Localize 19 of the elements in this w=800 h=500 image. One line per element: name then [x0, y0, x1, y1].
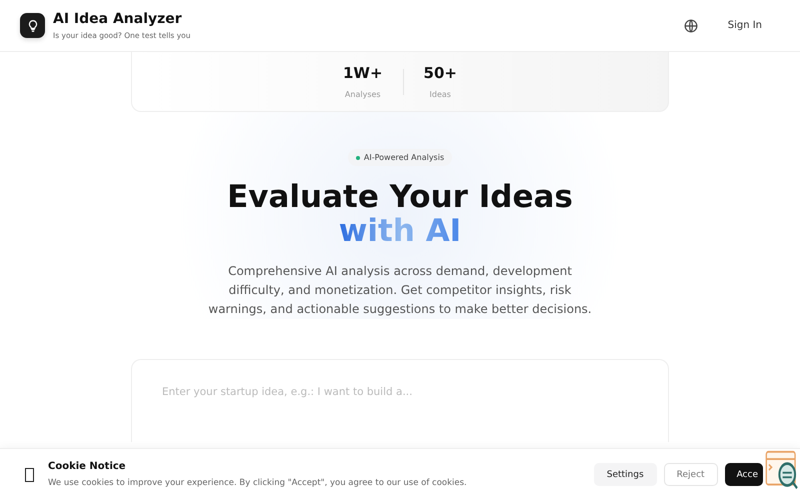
app-title: AI Idea Analyzer [53, 11, 183, 27]
cookie-title: Cookie Notice [48, 461, 127, 472]
stat-label: Analyses [344, 90, 381, 99]
stat-value: 50+ [424, 64, 457, 82]
cookie-text: We use cookies to improve your experience. By clicking "Accept", you agree to our use of cookies. [48, 478, 468, 488]
idea-input-field[interactable]: Enter your startup idea, e.g.: I want to build a... [162, 386, 638, 402]
stat-value: 1W+ [342, 64, 383, 82]
missing-glyph-icon [25, 468, 34, 482]
sign-in-button[interactable]: Sign In [720, 16, 770, 35]
browser-search-icon[interactable] [765, 450, 799, 490]
lightbulb-icon [20, 13, 45, 38]
globe-icon[interactable] [684, 18, 698, 32]
cookie-outline-button[interactable]: Reject [664, 463, 718, 486]
description: Comprehensive AI analysis across demand, development difficulty, and monetization. Get competitor insights, risk warnings, and actionable suggestions to make better decisions. [207, 263, 593, 318]
headline: Evaluate Your Ideas [227, 180, 573, 214]
cookie-secondary-button[interactable]: Settings [594, 463, 657, 486]
badge-label: AI-Powered Analysis [364, 153, 444, 162]
stat-label: Ideas [430, 90, 451, 99]
cookie-primary-button[interactable]: Acce [724, 463, 763, 486]
